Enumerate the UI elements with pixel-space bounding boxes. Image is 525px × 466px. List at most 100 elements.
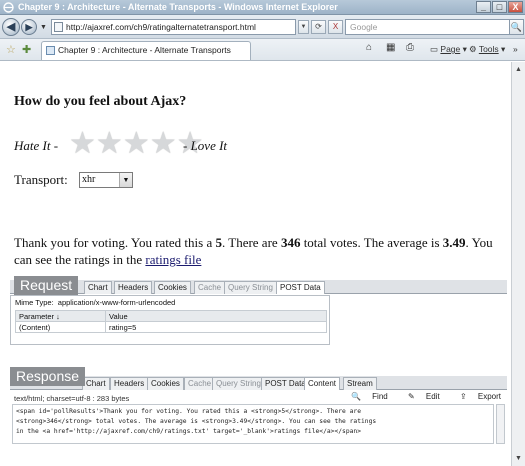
hate-label: Hate It - [14,138,59,153]
close-window-button[interactable]: X [508,1,523,13]
favorites-bar: ☆ ✚ Chapter 9 : Architecture - Alternate… [0,39,525,61]
tools-menu[interactable]: ⚙ Tools ▾ [469,44,505,55]
more-commands-button[interactable]: » [513,44,518,54]
result-text-3: total votes. The average is [300,235,443,250]
response-scrollbar[interactable] [496,404,505,444]
req-tab-cache[interactable]: Cache [194,281,226,294]
mime-value: application/x-www-form-urlencoded [57,298,176,307]
refresh-button[interactable]: ⟳ [311,20,326,34]
address-input[interactable]: http://ajaxref.com/ch9/ratingalternatetr… [51,19,296,35]
result-average: 3.49 [442,235,466,250]
sort-icon: ↓ [56,311,60,321]
window-title: Chapter 9 : Architecture - Alternate Tra… [18,2,338,12]
page-menu[interactable]: ▭ Page ▾ [430,44,467,55]
req-tab-cookies[interactable]: Cookies [154,281,191,294]
pencil-icon: ✎ [407,392,415,401]
resp-tab-content[interactable]: Content [304,377,341,390]
tab-favicon-icon [46,46,55,55]
code-line: in the <a href='http://ajaxref.com/ch9/r… [16,428,361,435]
edit-label: Edit [425,392,440,401]
window-controls: _ □ X [476,1,523,13]
req-tab-post-data[interactable]: POST Data [276,281,325,294]
tab-title: Chapter 9 : Architecture - Alternate Tra… [58,45,231,55]
response-panel: Chart Headers Cookies Cache Query String… [10,376,507,448]
ie-logo-icon [3,2,14,13]
home-icon[interactable]: ⌂ [366,42,372,53]
response-content: <span id='pollResults'>Thank you for vot… [12,404,494,444]
transport-select[interactable]: xhr ▼ [79,172,133,188]
req-tab-chart[interactable]: Chart [84,281,112,294]
love-label: - Love It [183,138,228,153]
address-toolbar: ◀ ▶ ▼ http://ajaxref.com/ch9/ratingalter… [0,15,525,39]
result-text-1: Thank you for voting. You rated this a [14,235,216,250]
ratings-file-link[interactable]: ratings file [145,252,201,267]
result-total-votes: 346 [280,235,301,250]
page-scrollbar[interactable]: ▲ ▼ [511,62,525,466]
export-icon: ⇪ [459,392,467,401]
address-value: http://ajaxref.com/ch9/ratingalternatetr… [66,22,256,32]
page-menu-label: Page [440,44,461,54]
window-titlebar: Chapter 9 : Architecture - Alternate Tra… [0,0,525,15]
search-input[interactable]: Google [345,19,510,35]
req-tab-query-string[interactable]: Query String [224,281,277,294]
browser-tab[interactable]: Chapter 9 : Architecture - Alternate Tra… [41,41,251,60]
rating-star-3[interactable]: ★ [123,129,150,159]
print-icon[interactable]: ⎙ [406,42,414,53]
request-body: Mime Type: application/x-www-form-urlenc… [10,295,330,345]
rating-star-1[interactable]: ★ [69,129,96,159]
resp-tab-cache[interactable]: Cache [184,377,216,390]
transport-label: Transport: [14,172,68,187]
poll-results: Thank you for voting. You rated this a 5… [14,234,504,268]
rating-star-2[interactable]: ★ [96,129,123,159]
forward-button[interactable]: ▶ [21,19,37,35]
search-icon: 🔍 [350,392,361,401]
post-data-table: Parameter ↓ Value (Content) rating=5 [15,310,327,333]
page-content: How do you feel about Ajax? Hate It - ★ … [0,62,511,466]
chevron-down-icon[interactable]: ▼ [119,173,132,187]
result-text-2: . There are [221,235,281,250]
param-cell: (Content) [15,321,106,333]
response-label: Response [10,367,86,386]
resp-tab-post-data[interactable]: POST Data [261,377,310,390]
rating-star-4[interactable]: ★ [150,129,177,159]
col-parameter[interactable]: Parameter ↓ [15,310,106,322]
table-row: (Content) rating=5 [15,321,327,333]
request-label: Request [14,276,79,295]
favorites-star-icon[interactable]: ☆ [6,43,16,56]
scroll-up-icon[interactable]: ▲ [513,64,524,75]
find-button[interactable]: 🔍 Find [342,392,388,401]
export-label: Export [477,392,501,401]
resp-tab-stream[interactable]: Stream [343,377,377,390]
col-parameter-label: Parameter [19,311,55,321]
poll-question: How do you feel about Ajax? [14,94,187,109]
code-line: <span id='pollResults'>Thank you for vot… [16,408,361,415]
feeds-icon[interactable]: ▦ [386,42,395,53]
resp-tab-cookies[interactable]: Cookies [147,377,184,390]
stop-button[interactable]: X [328,20,343,34]
scroll-down-icon[interactable]: ▼ [513,453,524,464]
resp-tab-query-string[interactable]: Query String [212,377,265,390]
export-button[interactable]: ⇪ Export [451,392,501,401]
value-cell: rating=5 [105,321,327,333]
maximize-button[interactable]: □ [492,1,507,13]
transport-value: xhr [82,174,96,185]
back-button[interactable]: ◀ [2,18,20,36]
resp-tab-headers[interactable]: Headers [110,377,149,390]
col-value[interactable]: Value [105,310,327,322]
code-line: <strong>346</strong> total votes. The av… [16,418,377,425]
edit-button[interactable]: ✎ Edit [399,392,440,401]
address-dropdown-icon[interactable]: ▼ [298,20,309,34]
req-tab-headers[interactable]: Headers [114,281,153,294]
search-icon[interactable]: 🔍 [510,19,524,35]
mime-label: Mime Type: [15,298,54,307]
page-icon [54,22,63,32]
content-type: text/html; charset=utf-8 : 283 bytes [14,394,130,403]
tools-menu-label: Tools [478,44,499,54]
table-header-row: Parameter ↓ Value [15,310,327,322]
response-tools: 🔍 Find ✎ Edit ⇪ Export [333,392,501,401]
history-dropdown-icon[interactable]: ▼ [40,24,47,31]
request-tabs: Chart Headers Cookies Cache Query String… [10,280,507,294]
resp-tab-chart[interactable]: Chart [82,377,110,390]
minimize-button[interactable]: _ [476,1,491,13]
add-favorites-icon[interactable]: ✚ [22,43,31,56]
